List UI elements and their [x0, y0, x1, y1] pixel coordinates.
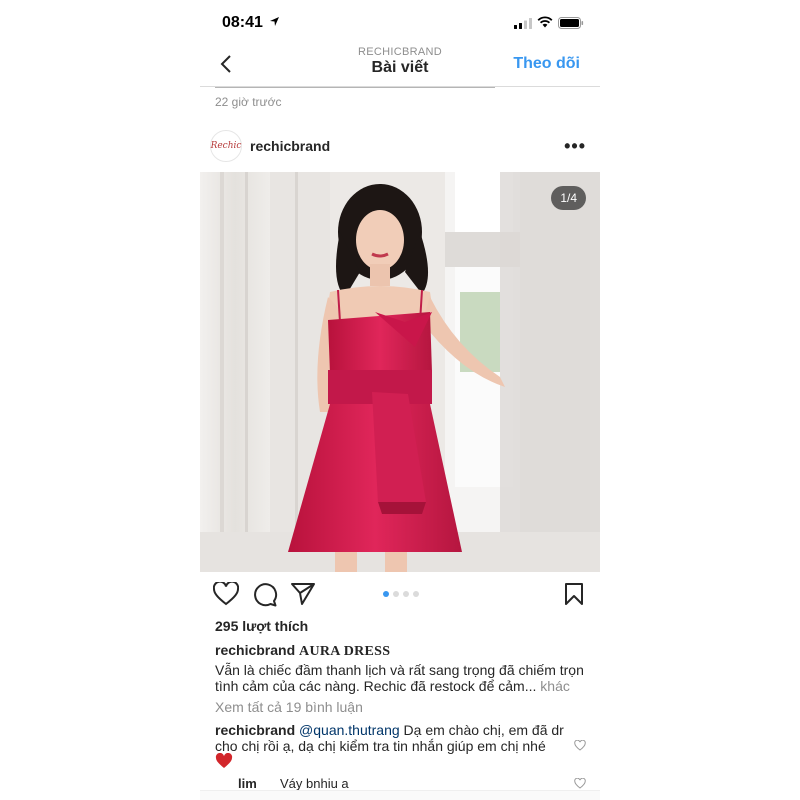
avatar-logo-text: Rechic	[210, 141, 242, 151]
caption-body: Vẫn là chiếc đầm thanh lịch và rất sang …	[215, 662, 595, 694]
share-icon[interactable]	[290, 582, 316, 606]
avatar[interactable]: Rechic	[210, 130, 242, 162]
status-time: 08:41	[222, 14, 263, 31]
carousel-dot	[403, 591, 409, 597]
reply-username[interactable]: lim	[238, 776, 257, 791]
follow-button[interactable]: Theo dõi	[513, 55, 580, 73]
comment-like-heart-icon[interactable]	[574, 740, 586, 751]
bookmark-icon[interactable]	[564, 582, 584, 606]
post-username[interactable]: rechicbrand	[250, 138, 330, 154]
caption-product-name: AURA DRESS	[299, 644, 391, 659]
comment-text: Dạ em chào chị, em đã dr	[403, 722, 564, 738]
caption-more-link[interactable]: khác	[540, 678, 570, 694]
caption-line-2: tình cảm của các nàng. Rechic đã restock…	[215, 678, 595, 694]
image-counter-badge: 1/4	[551, 186, 586, 210]
wifi-icon	[537, 16, 553, 28]
comment-text-line2: cho chị rồi ạ, dạ chị kiểm tra tin nhắn …	[215, 738, 546, 754]
comment-mention[interactable]: @quan.thutrang	[299, 722, 400, 738]
caption-line-2-text: tình cảm của các nàng. Rechic đã restock…	[215, 678, 537, 694]
caption-username[interactable]: rechicbrand	[215, 642, 295, 658]
carousel-dots	[383, 591, 419, 597]
instagram-post-screen: 08:41 RECHICBRAND Bài viết Theo dõi 22 g…	[200, 0, 600, 800]
carousel-dot	[413, 591, 419, 597]
like-heart-icon[interactable]	[213, 582, 239, 606]
view-all-comments-link[interactable]: Xem tất cả 19 bình luận	[215, 699, 363, 715]
comment-icon[interactable]	[252, 582, 278, 608]
post-image[interactable]: 1/4	[200, 172, 600, 572]
nav-header: RECHICBRAND Bài viết Theo dõi	[200, 44, 600, 87]
like-count[interactable]: 295 lượt thích	[215, 618, 308, 634]
post-action-bar	[200, 578, 600, 614]
reply-like-heart-icon[interactable]	[574, 778, 586, 789]
dress-photo	[200, 172, 600, 572]
comment-item: rechicbrand @quan.thutrang Dạ em chào ch…	[215, 722, 567, 754]
bottom-tab-bar	[200, 790, 600, 800]
location-arrow-icon	[270, 17, 279, 26]
caption-title: rechicbrand AURA DRESS	[215, 642, 390, 660]
more-options-icon[interactable]: •••	[564, 136, 586, 157]
cellular-signal-icon	[514, 18, 532, 29]
post-header: Rechic rechicbrand •••	[200, 126, 600, 170]
comment-username[interactable]: rechicbrand	[215, 722, 295, 738]
carousel-dot	[393, 591, 399, 597]
status-bar: 08:41	[200, 0, 600, 44]
carousel-dot	[383, 591, 389, 597]
previous-post-timestamp: 22 giờ trước	[215, 95, 282, 109]
caption-line-1: Vẫn là chiếc đầm thanh lịch và rất sang …	[215, 662, 584, 678]
previous-caption-cutoff	[215, 86, 495, 89]
battery-icon	[558, 17, 584, 29]
red-heart-emoji-icon	[215, 753, 233, 768]
reply-text: Váy bnhiu a	[280, 776, 349, 791]
